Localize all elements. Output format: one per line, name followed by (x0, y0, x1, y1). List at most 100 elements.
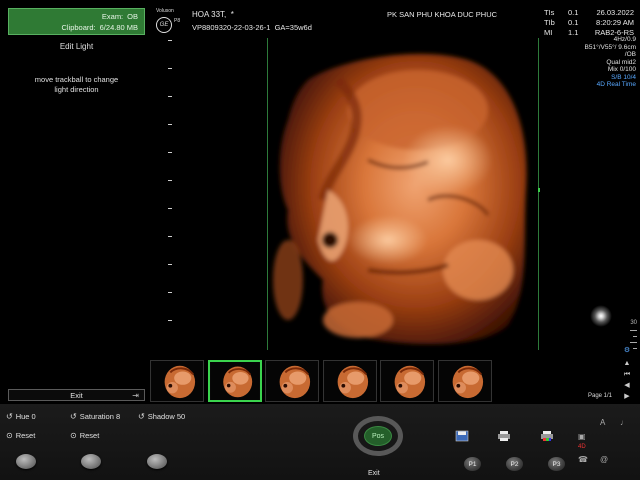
param-line: 4Hz/0.9 (613, 36, 636, 43)
hint-line-1: move trackball to change (34, 75, 119, 84)
display-icon[interactable]: ▣ (578, 432, 586, 441)
patient-name: HOA 33T, * (192, 10, 234, 19)
navigation-icons: ⚙ ▲ ⏮ ◀ ▶ (618, 346, 638, 406)
page-next-icon[interactable]: ▶ (620, 392, 634, 402)
light-direction-indicator[interactable] (590, 305, 612, 327)
param-line: Mix 0/100 (607, 66, 636, 73)
save-icon[interactable] (455, 430, 469, 442)
index-tis-name: TIs (544, 8, 555, 17)
rotate-icon: ↺ (70, 412, 77, 421)
exam-value: OB (127, 12, 138, 21)
clipboard-row: Clipboard: 6/24.80 MB (15, 22, 138, 33)
saturation-knob[interactable] (81, 454, 101, 469)
scale-tick (168, 320, 172, 321)
rotate-icon: ↺ (6, 412, 13, 421)
p2-button[interactable]: P2 (506, 457, 523, 471)
brand-model: P8 (174, 18, 181, 24)
scale-tick (168, 68, 172, 69)
phone-icon[interactable]: ☎ (578, 455, 588, 464)
scale-tick (633, 336, 637, 337)
hue-control[interactable]: ↺ Hue 0 (6, 412, 36, 421)
index-mi-name: MI (544, 28, 553, 37)
thumbnail[interactable] (265, 360, 319, 402)
scale-tick (168, 264, 172, 265)
p1-button[interactable]: P1 (464, 457, 481, 471)
thumbnail-image (323, 361, 376, 401)
param-line: Qual mid2 (606, 58, 636, 66)
scale-tick (168, 152, 172, 153)
globe-icon[interactable]: ⚙ (620, 346, 634, 356)
thumbnail-image (210, 362, 259, 400)
shadow-control[interactable]: ↺ Shadow 50 (138, 412, 185, 421)
roi-line-right (538, 38, 539, 350)
font-icon[interactable]: A (600, 418, 605, 427)
patient-name-text: HOA 33T, (192, 10, 227, 19)
patient-id: VP8809320-22-03-26-1 (192, 23, 271, 32)
exam-info-box: Exam: OB Clipboard: 6/24.80 MB (8, 8, 145, 35)
scale-tick (168, 124, 172, 125)
saturation-label: Saturation 8 (79, 412, 121, 421)
exam-label: Exam: (101, 12, 124, 21)
page-first-icon[interactable]: ⏮ (620, 370, 634, 380)
index-tis-value: 0.1 (568, 8, 579, 17)
printer-icon[interactable] (497, 430, 511, 442)
thumbnail-strip (150, 360, 500, 402)
reset-saturation-button[interactable]: ⊙ Reset (70, 431, 99, 440)
scale-tick (168, 96, 172, 97)
p3-button[interactable]: P3 (548, 457, 565, 471)
pos-button[interactable]: Pos (364, 426, 392, 446)
rotate-icon: ↺ (138, 412, 145, 421)
exit-button[interactable]: Exit ⇥ (8, 389, 145, 401)
acoustic-indices: TIs 0.1 TIb 0.1 MI 1.1 (544, 8, 578, 38)
param-line: 4D Real Time (596, 81, 636, 88)
target-icon: ⊙ (6, 431, 13, 440)
shadow-label: Shadow 50 (147, 412, 186, 421)
microphone-icon[interactable]: ♩ (620, 418, 628, 427)
index-mi: MI 1.1 (544, 28, 578, 38)
thumbnail[interactable] (207, 360, 262, 402)
index-tib-name: TIb (544, 18, 555, 27)
param-line: /OB (624, 51, 636, 58)
shadow-knob[interactable] (147, 454, 167, 469)
saturation-control[interactable]: ↺ Saturation 8 (70, 412, 120, 421)
scale-tick (168, 40, 172, 41)
scale-max-value: 30 (630, 320, 637, 326)
hue-knob[interactable] (16, 454, 36, 469)
mode-title: Edit Light (59, 42, 94, 51)
4d-icon[interactable]: 4D (578, 444, 586, 450)
patient-marker: * (230, 10, 234, 19)
thumbnail[interactable] (380, 360, 434, 402)
index-mi-value: 1.1 (568, 28, 579, 37)
scan-params: 4Hz/0.9 B51°/V55°/ 9.6cm /OB Qual mid2 M… (585, 36, 636, 89)
patient-id-line: VP8809320-22-03-26-1 GA=35w6d (192, 23, 312, 32)
reset-hue-button[interactable]: ⊙ Reset (6, 431, 35, 440)
page-prev-icon[interactable]: ◀ (620, 381, 634, 391)
3d-rendered-image[interactable] (268, 40, 538, 348)
date-time: 26.03.2022 8:20:29 AM RAB2-6-RS (595, 8, 634, 38)
thumbnail[interactable] (150, 360, 204, 402)
scale-tick (168, 208, 172, 209)
thumbnail[interactable] (322, 360, 377, 402)
clipboard-label: Clipboard: (61, 23, 96, 32)
ge-logo-icon: GE (156, 17, 172, 33)
hue-label: Hue 0 (15, 412, 36, 421)
thumbnail[interactable] (437, 360, 492, 402)
pos-exit-label: Exit (368, 470, 380, 477)
at-icon[interactable]: @ (600, 455, 608, 464)
param-line: B51°/V55°/ 9.6cm (584, 43, 636, 51)
thumbnail-image (151, 361, 203, 401)
exit-arrow-icon: ⇥ (132, 391, 139, 400)
printer-color-icon[interactable] (540, 430, 554, 442)
scale-tick (168, 292, 172, 293)
pos-trackball-control[interactable]: Pos (350, 416, 406, 458)
depth-scale (168, 40, 174, 350)
thumbnail-image (381, 361, 433, 401)
param-line: S/B 10/4 (611, 73, 636, 81)
scale-tick (630, 342, 637, 343)
page-indicator: Page 1/1 (588, 393, 613, 399)
scale-tick (630, 330, 637, 331)
brand-logo: Voluson GE P8 (152, 8, 186, 36)
index-tib-value: 0.1 (568, 18, 579, 27)
scroll-up-icon[interactable]: ▲ (620, 359, 634, 369)
reset-label: Reset (79, 431, 100, 440)
